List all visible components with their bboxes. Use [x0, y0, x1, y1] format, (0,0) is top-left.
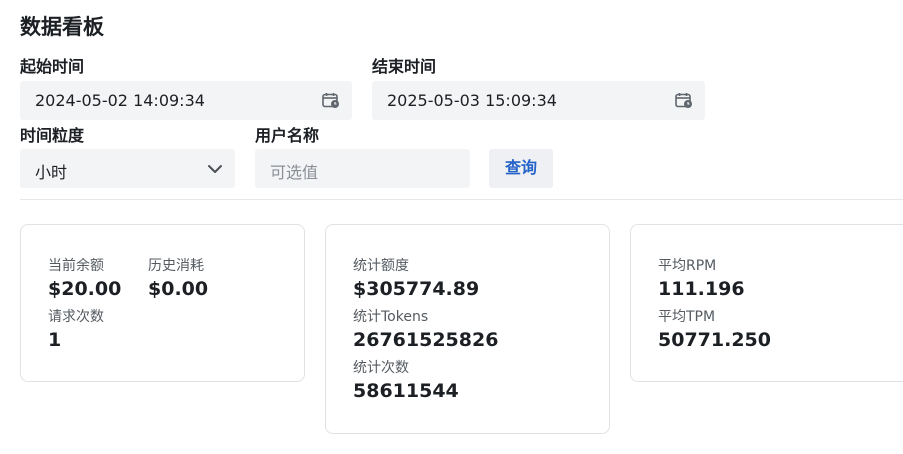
- calendar-clock-icon[interactable]: [322, 92, 340, 109]
- end-time-picker[interactable]: 2025-05-03 15:09:34: [372, 81, 705, 120]
- tokens-stat: 统计Tokens 26761525826: [353, 308, 498, 352]
- rpm-label: 平均RPM: [658, 258, 717, 274]
- history-usage-label: 历史消耗: [148, 258, 204, 274]
- start-time-value: 2024-05-02 14:09:34: [35, 91, 205, 110]
- username-label: 用户名称: [255, 126, 320, 145]
- divider: [20, 199, 903, 200]
- start-time-label: 起始时间: [20, 57, 85, 76]
- quota-label: 统计额度: [353, 258, 409, 274]
- quota-value: $305774.89: [353, 278, 480, 300]
- granularity-label: 时间粒度: [20, 126, 85, 145]
- tpm-stat: 平均TPM 50771.250: [658, 308, 771, 352]
- start-time-picker[interactable]: 2024-05-02 14:09:34: [20, 81, 352, 120]
- rpm-value: 111.196: [658, 278, 745, 300]
- history-usage-stat: 历史消耗 $0.00: [148, 257, 208, 301]
- rpm-stat: 平均RPM 111.196: [658, 257, 745, 301]
- tokens-label: 统计Tokens: [353, 309, 429, 325]
- calendar-clock-icon[interactable]: [675, 92, 693, 109]
- tpm-value: 50771.250: [658, 329, 771, 351]
- granularity-value: 小时: [35, 163, 68, 182]
- request-count-value: 1: [48, 329, 62, 351]
- username-placeholder: 可选值: [270, 163, 319, 182]
- account-stats-card: 当前余额 $20.00 历史消耗 $0.00 请求次数 1: [20, 224, 305, 382]
- username-input[interactable]: 可选值: [255, 149, 470, 188]
- balance-stat: 当前余额 $20.00: [48, 257, 121, 301]
- history-usage-value: $0.00: [148, 278, 209, 300]
- tpm-label: 平均TPM: [658, 309, 716, 325]
- count-value: 58611544: [353, 380, 459, 402]
- balance-label: 当前余额: [48, 258, 104, 274]
- count-label: 统计次数: [353, 360, 409, 376]
- quota-stat: 统计额度 $305774.89: [353, 257, 479, 301]
- tokens-value: 26761525826: [353, 329, 499, 351]
- request-count-label: 请求次数: [48, 309, 104, 325]
- end-time-label: 结束时间: [372, 57, 437, 76]
- end-time-value: 2025-05-03 15:09:34: [387, 91, 557, 110]
- query-button[interactable]: 查询: [489, 149, 553, 188]
- performance-stats-card: 平均RPM 111.196 平均TPM 50771.250: [630, 224, 903, 382]
- usage-stats-card: 统计额度 $305774.89 统计Tokens 26761525826 统计次…: [325, 224, 610, 434]
- count-stat: 统计次数 58611544: [353, 359, 459, 403]
- granularity-select[interactable]: 小时: [20, 149, 235, 188]
- page-title: 数据看板: [20, 15, 104, 39]
- balance-value: $20.00: [48, 278, 122, 300]
- chevron-down-icon: [208, 165, 222, 173]
- request-count-stat: 请求次数 1: [48, 308, 104, 352]
